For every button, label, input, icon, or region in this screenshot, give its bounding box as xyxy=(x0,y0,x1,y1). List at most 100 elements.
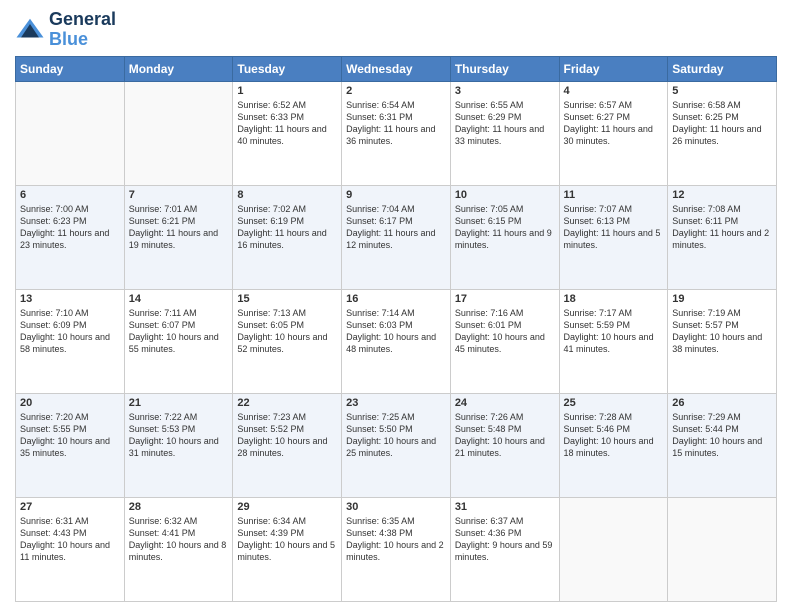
calendar-week-row: 27 Sunrise: 6:31 AM Sunset: 4:43 PM Dayli… xyxy=(16,497,777,601)
calendar-week-row: 1 Sunrise: 6:52 AM Sunset: 6:33 PM Daylig… xyxy=(16,81,777,185)
calendar-cell: 5 Sunrise: 6:58 AM Sunset: 6:25 PM Daylig… xyxy=(668,81,777,185)
day-info: Sunrise: 7:26 AM Sunset: 5:48 PM Dayligh… xyxy=(455,411,555,460)
day-info: Sunrise: 7:04 AM Sunset: 6:17 PM Dayligh… xyxy=(346,203,446,252)
day-number: 13 xyxy=(20,293,120,305)
day-info: Sunrise: 7:08 AM Sunset: 6:11 PM Dayligh… xyxy=(672,203,772,252)
day-info: Sunrise: 6:58 AM Sunset: 6:25 PM Dayligh… xyxy=(672,99,772,148)
calendar-week-row: 13 Sunrise: 7:10 AM Sunset: 6:09 PM Dayli… xyxy=(16,289,777,393)
day-info: Sunrise: 7:23 AM Sunset: 5:52 PM Dayligh… xyxy=(237,411,337,460)
calendar-cell: 27 Sunrise: 6:31 AM Sunset: 4:43 PM Dayli… xyxy=(16,497,125,601)
calendar-cell: 12 Sunrise: 7:08 AM Sunset: 6:11 PM Dayli… xyxy=(668,185,777,289)
calendar-week-row: 6 Sunrise: 7:00 AM Sunset: 6:23 PM Daylig… xyxy=(16,185,777,289)
calendar-cell: 15Sunrise: 7:13 AM Sunset: 6:05 PM Dayli… xyxy=(233,289,342,393)
day-number: 25 xyxy=(564,397,664,409)
calendar-cell: 23 Sunrise: 7:25 AM Sunset: 5:50 PM Dayli… xyxy=(342,393,451,497)
day-number: 19 xyxy=(672,293,772,305)
day-number: 14 xyxy=(129,293,229,305)
day-number: 17 xyxy=(455,293,555,305)
day-of-week-header: Friday xyxy=(559,56,668,81)
calendar-cell: 28 Sunrise: 6:32 AM Sunset: 4:41 PM Dayli… xyxy=(124,497,233,601)
day-info: Sunrise: 6:55 AM Sunset: 6:29 PM Dayligh… xyxy=(455,99,555,148)
day-number: 7 xyxy=(129,189,229,201)
day-of-week-header: Thursday xyxy=(450,56,559,81)
calendar-cell: 13 Sunrise: 7:10 AM Sunset: 6:09 PM Dayli… xyxy=(16,289,125,393)
calendar-cell: 30Sunrise: 6:35 AM Sunset: 4:38 PM Dayli… xyxy=(342,497,451,601)
calendar-cell: 4Sunrise: 6:57 AM Sunset: 6:27 PM Daylig… xyxy=(559,81,668,185)
day-info: Sunrise: 7:02 AM Sunset: 6:19 PM Dayligh… xyxy=(237,203,337,252)
day-info: Sunrise: 6:35 AM Sunset: 4:38 PM Dayligh… xyxy=(346,515,446,564)
day-info: Sunrise: 6:31 AM Sunset: 4:43 PM Dayligh… xyxy=(20,515,120,564)
day-number: 21 xyxy=(129,397,229,409)
calendar-cell: 14 Sunrise: 7:11 AM Sunset: 6:07 PM Dayli… xyxy=(124,289,233,393)
calendar-cell: 25 Sunrise: 7:28 AM Sunset: 5:46 PM Dayli… xyxy=(559,393,668,497)
calendar-cell: 8 Sunrise: 7:02 AM Sunset: 6:19 PM Daylig… xyxy=(233,185,342,289)
calendar-header-row: SundayMondayTuesdayWednesdayThursdayFrid… xyxy=(16,56,777,81)
calendar-cell xyxy=(124,81,233,185)
calendar-cell: 6 Sunrise: 7:00 AM Sunset: 6:23 PM Daylig… xyxy=(16,185,125,289)
day-number: 29 xyxy=(237,501,337,513)
day-info: Sunrise: 6:37 AM Sunset: 4:36 PM Dayligh… xyxy=(455,515,555,564)
day-info: Sunrise: 7:28 AM Sunset: 5:46 PM Dayligh… xyxy=(564,411,664,460)
calendar-cell: 2Sunrise: 6:54 AM Sunset: 6:31 PM Daylig… xyxy=(342,81,451,185)
day-info: Sunrise: 7:17 AM Sunset: 5:59 PM Dayligh… xyxy=(564,307,664,356)
day-number: 26 xyxy=(672,397,772,409)
logo-icon xyxy=(15,15,45,45)
day-info: Sunrise: 7:05 AM Sunset: 6:15 PM Dayligh… xyxy=(455,203,555,252)
day-number: 11 xyxy=(564,189,664,201)
page: General Blue SundayMondayTuesdayWednesda… xyxy=(0,0,792,612)
day-number: 22 xyxy=(237,397,337,409)
day-info: Sunrise: 7:10 AM Sunset: 6:09 PM Dayligh… xyxy=(20,307,120,356)
day-number: 16 xyxy=(346,293,446,305)
day-info: Sunrise: 7:25 AM Sunset: 5:50 PM Dayligh… xyxy=(346,411,446,460)
calendar-cell: 1 Sunrise: 6:52 AM Sunset: 6:33 PM Daylig… xyxy=(233,81,342,185)
calendar-cell: 3 Sunrise: 6:55 AM Sunset: 6:29 PM Daylig… xyxy=(450,81,559,185)
calendar-cell: 26Sunrise: 7:29 AM Sunset: 5:44 PM Dayli… xyxy=(668,393,777,497)
calendar-cell: 19 Sunrise: 7:19 AM Sunset: 5:57 PM Dayli… xyxy=(668,289,777,393)
day-info: Sunrise: 6:34 AM Sunset: 4:39 PM Dayligh… xyxy=(237,515,337,564)
calendar-cell xyxy=(16,81,125,185)
day-info: Sunrise: 6:54 AM Sunset: 6:31 PM Dayligh… xyxy=(346,99,446,148)
day-of-week-header: Wednesday xyxy=(342,56,451,81)
day-number: 5 xyxy=(672,85,772,97)
day-of-week-header: Tuesday xyxy=(233,56,342,81)
day-info: Sunrise: 7:19 AM Sunset: 5:57 PM Dayligh… xyxy=(672,307,772,356)
calendar-cell: 17 Sunrise: 7:16 AM Sunset: 6:01 PM Dayli… xyxy=(450,289,559,393)
day-number: 27 xyxy=(20,501,120,513)
logo-text: General Blue xyxy=(49,10,116,50)
day-number: 12 xyxy=(672,189,772,201)
day-info: Sunrise: 6:52 AM Sunset: 6:33 PM Dayligh… xyxy=(237,99,337,148)
day-number: 20 xyxy=(20,397,120,409)
calendar-cell: 7 Sunrise: 7:01 AM Sunset: 6:21 PM Daylig… xyxy=(124,185,233,289)
day-info: Sunrise: 6:32 AM Sunset: 4:41 PM Dayligh… xyxy=(129,515,229,564)
day-of-week-header: Monday xyxy=(124,56,233,81)
calendar-cell: 29 Sunrise: 6:34 AM Sunset: 4:39 PM Dayli… xyxy=(233,497,342,601)
header: General Blue xyxy=(15,10,777,50)
day-info: Sunrise: 7:22 AM Sunset: 5:53 PM Dayligh… xyxy=(129,411,229,460)
calendar-cell: 24 Sunrise: 7:26 AM Sunset: 5:48 PM Dayli… xyxy=(450,393,559,497)
day-info: Sunrise: 7:00 AM Sunset: 6:23 PM Dayligh… xyxy=(20,203,120,252)
day-info: Sunrise: 7:01 AM Sunset: 6:21 PM Dayligh… xyxy=(129,203,229,252)
calendar-cell xyxy=(668,497,777,601)
calendar-cell xyxy=(559,497,668,601)
day-number: 9 xyxy=(346,189,446,201)
day-number: 24 xyxy=(455,397,555,409)
day-number: 8 xyxy=(237,189,337,201)
day-number: 6 xyxy=(20,189,120,201)
day-number: 28 xyxy=(129,501,229,513)
calendar-week-row: 20Sunrise: 7:20 AM Sunset: 5:55 PM Dayli… xyxy=(16,393,777,497)
calendar-cell: 20Sunrise: 7:20 AM Sunset: 5:55 PM Dayli… xyxy=(16,393,125,497)
calendar-cell: 22 Sunrise: 7:23 AM Sunset: 5:52 PM Dayli… xyxy=(233,393,342,497)
day-number: 3 xyxy=(455,85,555,97)
calendar-cell: 16 Sunrise: 7:14 AM Sunset: 6:03 PM Dayli… xyxy=(342,289,451,393)
calendar-cell: 10Sunrise: 7:05 AM Sunset: 6:15 PM Dayli… xyxy=(450,185,559,289)
day-number: 1 xyxy=(237,85,337,97)
calendar-table: SundayMondayTuesdayWednesdayThursdayFrid… xyxy=(15,56,777,602)
calendar-cell: 11Sunrise: 7:07 AM Sunset: 6:13 PM Dayli… xyxy=(559,185,668,289)
day-info: Sunrise: 7:13 AM Sunset: 6:05 PM Dayligh… xyxy=(237,307,337,356)
day-info: Sunrise: 7:14 AM Sunset: 6:03 PM Dayligh… xyxy=(346,307,446,356)
day-of-week-header: Sunday xyxy=(16,56,125,81)
day-info: Sunrise: 7:16 AM Sunset: 6:01 PM Dayligh… xyxy=(455,307,555,356)
day-number: 23 xyxy=(346,397,446,409)
day-info: Sunrise: 7:11 AM Sunset: 6:07 PM Dayligh… xyxy=(129,307,229,356)
calendar-cell: 21 Sunrise: 7:22 AM Sunset: 5:53 PM Dayli… xyxy=(124,393,233,497)
